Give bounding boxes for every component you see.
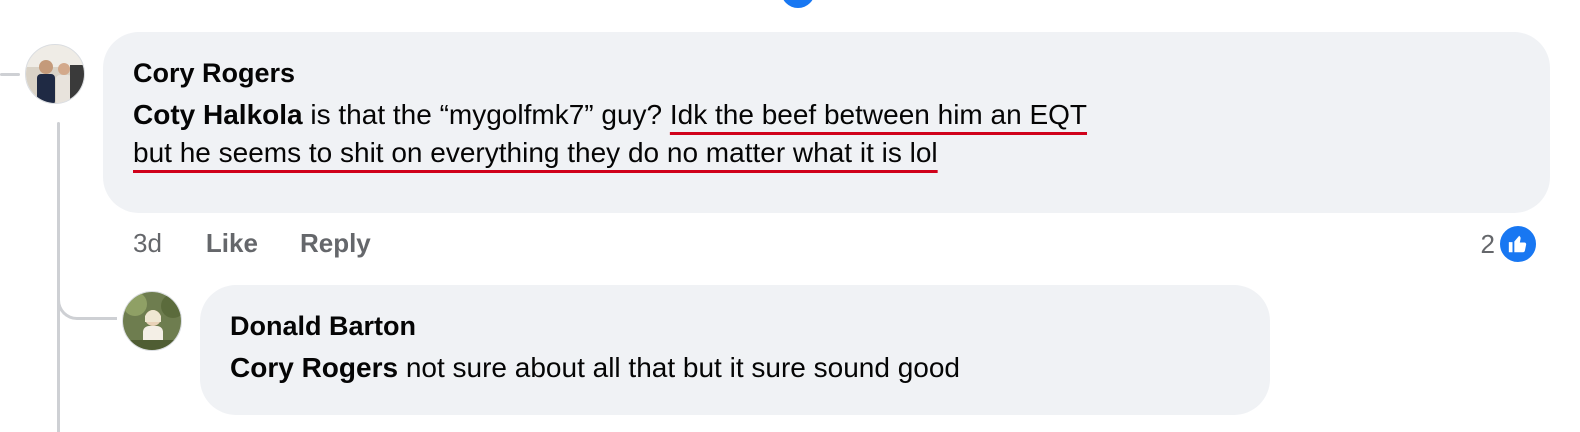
reply-text-plain: not sure about all that but it sure soun… xyxy=(398,352,960,383)
reply-author[interactable]: Donald Barton xyxy=(230,309,1240,343)
like-button[interactable]: Like xyxy=(206,228,258,259)
thumbs-up-icon xyxy=(1498,224,1538,264)
avatar-donald-barton[interactable] xyxy=(122,291,182,351)
comment-text: Coty Halkola is that the “mygolfmk7” guy… xyxy=(133,96,1520,172)
comment-text-plain: is that the “mygolfmk7” guy? xyxy=(302,99,670,130)
cropped-reaction-icon xyxy=(781,0,815,8)
reaction-summary[interactable]: 2 xyxy=(1481,224,1538,264)
comment-timestamp[interactable]: 3d xyxy=(133,228,162,259)
avatar-photo-icon xyxy=(26,45,84,103)
avatar-cory-rogers[interactable] xyxy=(25,44,85,104)
comment-author[interactable]: Cory Rogers xyxy=(133,56,1520,90)
comment-text-underlined-1: Idk the beef between him an EQT xyxy=(669,99,1088,130)
comment-text-underlined-2: but he seems to shit on everything they … xyxy=(133,137,938,168)
reply-text: Cory Rogers not sure about all that but … xyxy=(230,349,1240,387)
cropped-reply-label xyxy=(310,0,318,12)
reply-bubble: Donald Barton Cory Rogers not sure about… xyxy=(200,285,1270,415)
avatar-photo-icon xyxy=(123,292,181,350)
reply-button[interactable]: Reply xyxy=(300,228,371,259)
reaction-count: 2 xyxy=(1480,228,1495,259)
comment-actions: 3d Like Reply xyxy=(133,228,371,259)
mention-link[interactable]: Cory Rogers xyxy=(230,352,398,383)
mention-link[interactable]: Coty Halkola xyxy=(133,99,303,130)
thread-connector-stub xyxy=(0,73,20,76)
reply-connector-elbow xyxy=(57,270,117,320)
comment-bubble: Cory Rogers Coty Halkola is that the “my… xyxy=(103,32,1550,213)
comment-thread: Cory Rogers Coty Halkola is that the “my… xyxy=(0,0,1580,432)
